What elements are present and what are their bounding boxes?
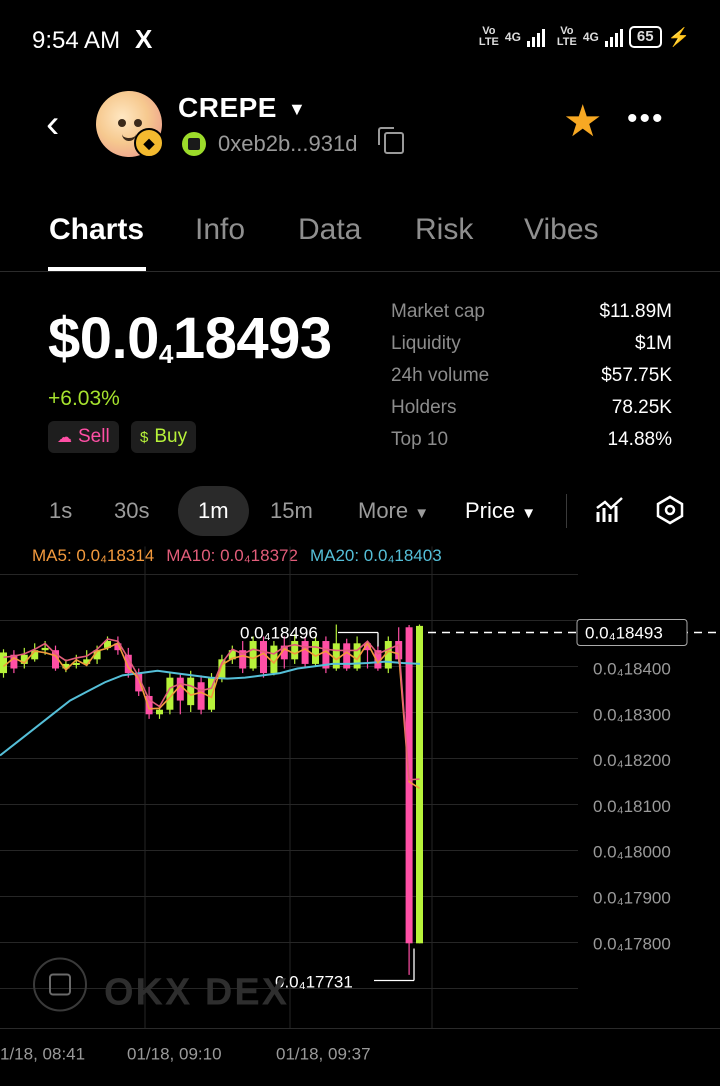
stat-value: $11.89M: [599, 301, 672, 322]
candle: [249, 641, 257, 669]
candle: [416, 625, 423, 944]
tab-risk[interactable]: Risk: [415, 213, 473, 247]
charging-icon: ⚡: [667, 26, 690, 47]
money-bag-icon: $: [140, 428, 149, 446]
candle: [260, 641, 267, 674]
stat-holders: Holders 78.25K: [391, 392, 672, 424]
stat-label: Holders: [391, 397, 457, 418]
token-stats: Market cap $11.89M Liquidity $1M 24h volum…: [391, 296, 672, 456]
interval-30s[interactable]: 30s: [114, 498, 149, 524]
volte-indicator: Vo LTE: [478, 25, 499, 48]
fullscreen-icon: [33, 957, 87, 1012]
active-tab-indicator: [48, 267, 146, 271]
token-address: 0xeb2b...931d: [218, 131, 358, 156]
price-zero-count: 4: [158, 339, 174, 370]
y-tick-label: 0.0₄17800: [593, 934, 671, 953]
more-label: More: [358, 498, 409, 523]
x-tick-label: 1/18, 08:41: [0, 1045, 85, 1064]
stat-volume: 24h volume $57.75K: [391, 360, 672, 392]
candle: [291, 641, 299, 660]
toolbar-divider: [566, 494, 567, 528]
network-type-2: 4G: [582, 30, 599, 44]
y-tick-label: 0.0₄18000: [593, 843, 671, 862]
sell-label: Sell: [78, 426, 110, 447]
stat-value: 78.25K: [611, 397, 672, 418]
candle: [156, 709, 163, 715]
indicator-chart-icon[interactable]: [594, 494, 626, 526]
x-app-icon: X: [135, 24, 153, 54]
sell-button[interactable]: ☁ Sell: [48, 421, 119, 453]
candle: [301, 641, 309, 664]
volte-indicator-2: Vo LTE: [556, 25, 577, 48]
stat-label: Top 10: [391, 429, 449, 450]
candle: [197, 682, 205, 710]
candle: [72, 663, 80, 666]
price-change: +6.03%: [48, 387, 120, 410]
status-bar: 9:54 AM X Vo LTE 4G Vo LTE 4G 65 ⚡: [0, 0, 720, 80]
status-time: 9:54 AM: [32, 27, 121, 54]
status-icons: Vo LTE 4G Vo LTE 4G 65 ⚡: [479, 26, 690, 48]
candle: [405, 627, 413, 944]
stat-top10: Top 10 14.88%: [391, 424, 672, 456]
fullscreen-icon-inner: [49, 973, 71, 996]
star-icon[interactable]: ★: [563, 100, 602, 144]
x-tick-label: 01/18, 09:10: [127, 1045, 222, 1064]
x-tick-label: 01/18, 09:37: [276, 1045, 371, 1064]
chevron-down-icon: ▼: [414, 505, 430, 522]
y-tick-label: 0.0₄18300: [593, 705, 671, 724]
stat-market-cap: Market cap $11.89M: [391, 296, 672, 328]
buy-label: Buy: [154, 426, 188, 447]
stat-liquidity: Liquidity $1M: [391, 328, 672, 360]
stat-label: 24h volume: [391, 365, 490, 386]
interval-1s[interactable]: 1s: [49, 498, 72, 524]
signal-icon: [526, 27, 545, 47]
price-digits: 18493: [172, 306, 332, 371]
stat-label: Liquidity: [391, 333, 461, 354]
price-chart[interactable]: 0.0₄18493 0.0₄18400 0.0₄18300 0.0₄18200 0.0₄…: [0, 546, 720, 1086]
chevron-down-icon[interactable]: ▼: [288, 99, 306, 120]
tab-charts[interactable]: Charts: [49, 213, 144, 247]
y-tick-label: 0.0₄17900: [593, 889, 671, 908]
network-type: 4G: [504, 30, 521, 44]
high-label: 0.0₄18496: [240, 624, 318, 643]
tab-vibes[interactable]: Vibes: [524, 213, 599, 247]
candle: [0, 652, 7, 674]
y-tick-label: 0.0₄18400: [593, 660, 671, 679]
chevron-down-icon: ▼: [521, 505, 537, 522]
tab-data[interactable]: Data: [298, 213, 361, 247]
y-tick-label: 0.0₄18100: [593, 797, 671, 816]
y-tick-label: 0.0₄18200: [593, 751, 671, 770]
signal-icon-2: [604, 27, 623, 47]
token-name[interactable]: CREPE: [178, 92, 277, 124]
copy-icon[interactable]: [378, 127, 404, 154]
candle: [312, 641, 319, 664]
settings-hex-icon[interactable]: [654, 494, 686, 526]
current-price-label: 0.0₄18493: [585, 624, 663, 643]
bnb-chain-icon: ◆: [134, 128, 164, 158]
stat-value: 14.88%: [607, 429, 672, 450]
buy-button[interactable]: $ Buy: [131, 421, 197, 453]
okx-dex-watermark: OKX DEX: [104, 972, 289, 1014]
battery-icon: 65: [628, 26, 662, 48]
candle: [187, 677, 195, 706]
candle: [41, 647, 49, 651]
stat-value: $57.75K: [601, 365, 672, 386]
price-mode-dropdown[interactable]: Price ▼: [465, 498, 536, 524]
tab-bar: Charts Info Data Risk Vibes: [0, 205, 720, 272]
more-options-icon[interactable]: •••: [627, 104, 665, 134]
verified-icon: [182, 132, 206, 156]
tab-info[interactable]: Info: [195, 213, 245, 247]
price-prefix: $0.0: [48, 306, 159, 371]
more-intervals-dropdown[interactable]: More ▼: [358, 498, 429, 524]
stat-label: Market cap: [391, 301, 485, 322]
chef-hat-icon: ☁: [57, 429, 72, 446]
current-price: $0.0418493: [48, 305, 332, 372]
interval-1m[interactable]: 1m: [178, 486, 249, 536]
stat-value: $1M: [635, 333, 672, 354]
interval-15m[interactable]: 15m: [270, 498, 313, 524]
back-icon[interactable]: ‹: [46, 104, 59, 144]
price-mode-label: Price: [465, 498, 516, 523]
